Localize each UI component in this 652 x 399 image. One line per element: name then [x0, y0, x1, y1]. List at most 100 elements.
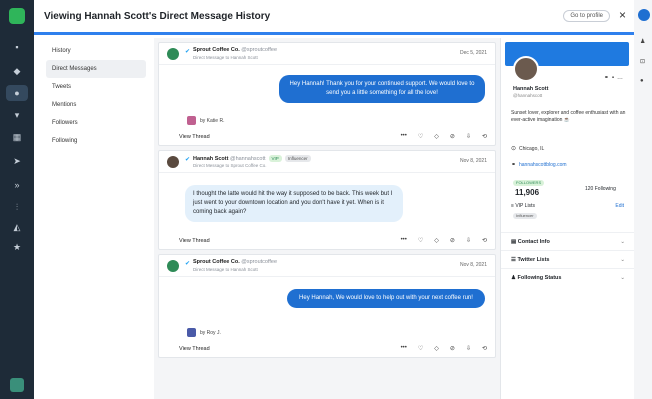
pin-icon[interactable]: ⇩ — [466, 345, 471, 352]
vip-lists: ≡ VIP Lists — [511, 203, 535, 209]
messages-icon[interactable]: ● — [6, 85, 28, 101]
more-icon[interactable]: ••• — [401, 345, 407, 352]
nav-item-history[interactable]: History — [46, 42, 146, 60]
task-icon[interactable]: ⊘ — [450, 237, 455, 244]
brand-avatar — [167, 48, 179, 60]
history-nav: History Direct Messages Tweets Mentions … — [46, 42, 146, 150]
nav-item-mentions[interactable]: Mentions — [46, 96, 146, 114]
left-nav-rail: ▪ ◆ ● ▾ ▦ ➤ » ⫶ ◭ ★ — [0, 0, 34, 399]
view-thread-link[interactable]: View Thread — [179, 238, 210, 244]
task-icon[interactable]: ⊘ — [450, 345, 455, 352]
modal-header: Viewing Hannah Scott's Direct Message Hi… — [34, 0, 634, 32]
profile-handle: @hannahscott — [513, 93, 543, 98]
author-handle: @sproutcoffee — [241, 47, 278, 53]
send-icon[interactable]: ➤ — [12, 156, 22, 166]
user-avatar[interactable] — [10, 378, 24, 392]
right-action-strip: ♟ ⊡ ● — [634, 0, 652, 399]
influencer-tag: Influencer — [513, 213, 537, 219]
message-byline: by Roy J. — [187, 328, 221, 337]
profile-panel: ⚭▪… Hannah Scott @hannahscott Sunset lov… — [500, 38, 635, 399]
section-following-status[interactable]: ♟ Following Status ⌄ — [501, 268, 635, 286]
nav-item-direct-messages[interactable]: Direct Messages — [46, 60, 146, 78]
pin-icon[interactable]: ⇩ — [466, 237, 471, 244]
task-icon[interactable]: ⊘ — [450, 133, 455, 140]
message-actions: ••• ♡ ◇ ⊘ ⇩ ⟲ — [401, 345, 487, 352]
app-logo-icon[interactable] — [9, 8, 25, 24]
author-handle: @hannahscott — [229, 155, 266, 162]
card-header: ✔ Hannah Scott @hannahscott VIP Influencer… — [159, 151, 495, 173]
feed-icon[interactable]: ◆ — [12, 66, 22, 76]
close-icon[interactable]: × — [619, 8, 626, 22]
profile-location: ⊙ Chicago, IL — [511, 146, 545, 152]
nav-item-tweets[interactable]: Tweets — [46, 78, 146, 96]
compose-button-icon[interactable] — [638, 9, 650, 21]
tasks-icon[interactable]: ▾ — [12, 110, 22, 120]
section-contact-info[interactable]: ▤ Contact Info ⌄ — [501, 232, 635, 250]
edit-lists-button[interactable]: Edit — [615, 203, 624, 209]
message-byline: by Katie R. — [187, 116, 224, 125]
twitter-icon: ✔ — [185, 261, 191, 267]
heart-icon[interactable]: ♡ — [418, 345, 423, 352]
heart-icon[interactable]: ♡ — [418, 133, 423, 140]
followers-label: FOLLOWERS — [513, 180, 545, 186]
pin-icon[interactable]: ⇩ — [466, 133, 471, 140]
app-root: ▪ ◆ ● ▾ ▦ ➤ » ⫶ ◭ ★ Viewing Hannah Scott… — [0, 0, 652, 399]
section-twitter-lists[interactable]: ☰ Twitter Lists ⌄ — [501, 250, 635, 268]
nav-item-followers[interactable]: Followers — [46, 114, 146, 132]
message-date: Dec 5, 2021 — [460, 50, 487, 56]
message-context: Direct Message to Hannah Scott — [193, 267, 258, 272]
contact-avatar — [167, 156, 179, 168]
more-icon[interactable]: ••• — [401, 133, 407, 140]
card-header: ✔ Sprout Coffee Co. @sproutcoffee Direct… — [159, 43, 495, 65]
message-feed: ✔ Sprout Coffee Co. @sproutcoffee Direct… — [154, 38, 500, 399]
reports-icon[interactable]: ⫶ — [12, 202, 22, 212]
message-card: ✔ Sprout Coffee Co. @sproutcoffee Direct… — [158, 254, 496, 358]
view-thread-link[interactable]: View Thread — [179, 346, 210, 352]
influencer-badge: Influencer — [284, 155, 311, 162]
compose-icon[interactable]: » — [12, 180, 22, 190]
message-date: Nov 8, 2021 — [460, 262, 487, 268]
user-icon[interactable]: ♟ — [640, 38, 645, 45]
message-context: Direct Message to Sprout Coffee Co. — [193, 163, 267, 168]
following-count: 120 Following — [585, 186, 616, 192]
more-icon[interactable]: … — [617, 75, 626, 81]
chevron-down-icon: ⌄ — [620, 275, 625, 281]
view-thread-link[interactable]: View Thread — [179, 134, 210, 140]
share-icon[interactable]: ⟲ — [482, 133, 487, 140]
message-bubble-outgoing: Hey Hannah, We would love to help out wi… — [287, 289, 485, 308]
profile-website[interactable]: ⚭ hannahscottblog.com — [511, 161, 567, 168]
share-icon[interactable]: ⟲ — [482, 345, 487, 352]
vip-badge: VIP — [268, 155, 282, 162]
author-name: Sprout Coffee Co. @sproutcoffee — [193, 47, 278, 53]
heart-icon[interactable]: ♡ — [418, 237, 423, 244]
calendar-icon[interactable]: ▦ — [12, 132, 22, 142]
message-context: Direct Message to Hannah Scott — [193, 55, 258, 60]
share-icon[interactable]: ⟲ — [482, 237, 487, 244]
message-actions: ••• ♡ ◇ ⊘ ⇩ ⟲ — [401, 133, 487, 140]
message-card: ✔ Hannah Scott @hannahscott VIP Influencer… — [158, 150, 496, 250]
tag-icon[interactable]: ◇ — [434, 345, 439, 352]
nav-item-following[interactable]: Following — [46, 132, 146, 150]
chevron-down-icon: ⌄ — [620, 239, 625, 245]
message-history-modal: Viewing Hannah Scott's Direct Message Hi… — [34, 0, 635, 399]
listening-icon[interactable]: ◭ — [12, 222, 22, 232]
author-name: Hannah Scott @hannahscott VIP Influencer — [193, 155, 311, 162]
inbox-icon[interactable]: ▪ — [12, 42, 22, 52]
go-to-profile-button[interactable]: Go to profile — [563, 10, 610, 22]
star-icon[interactable]: ★ — [12, 242, 22, 252]
profile-name: Hannah Scott — [513, 86, 549, 92]
more-icon[interactable]: ••• — [401, 237, 407, 244]
header-accent-bar — [34, 32, 634, 35]
tag-icon[interactable]: ◇ — [434, 133, 439, 140]
message-bubble-outgoing: Hey Hannah! Thank you for your continued… — [279, 75, 485, 103]
tag-icon[interactable]: ◇ — [434, 237, 439, 244]
card-header: ✔ Sprout Coffee Co. @sproutcoffee Direct… — [159, 255, 495, 277]
chevron-down-icon: ⌄ — [620, 257, 625, 263]
link-icon[interactable]: ⚭ — [604, 75, 612, 81]
agent-avatar — [187, 328, 196, 337]
globe-icon[interactable]: ● — [640, 78, 644, 84]
lock-icon[interactable]: ⊡ — [640, 58, 645, 65]
brand-avatar — [167, 260, 179, 272]
profile-bio: Sunset lover, explorer and coffee enthus… — [511, 110, 626, 123]
link-icon: ⚭ — [511, 162, 517, 168]
